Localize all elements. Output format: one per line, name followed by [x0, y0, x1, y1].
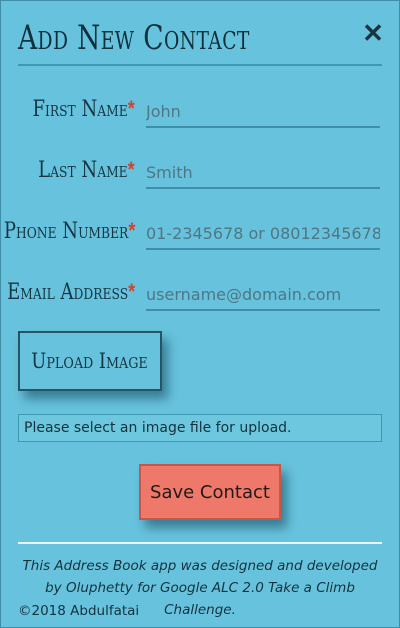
last-name-field[interactable]	[146, 157, 380, 189]
save-contact-button[interactable]: Save Contact	[139, 464, 281, 520]
file-input-status[interactable]: Please select an image file for upload.	[18, 414, 382, 442]
dialog-title: Add New Contact	[18, 18, 250, 58]
required-mark: *	[127, 96, 135, 121]
required-mark: *	[127, 218, 135, 243]
copyright-text: ©2018 Abdulfatai	[18, 603, 140, 619]
footer-divider	[18, 542, 382, 544]
phone-number-row: Phone Number*	[0, 210, 400, 254]
email-address-label: Email Address*	[6, 279, 135, 305]
phone-number-field[interactable]	[146, 218, 380, 250]
required-mark: *	[127, 279, 135, 304]
upload-image-button[interactable]: Upload Image	[18, 331, 162, 391]
dialog-header: Add New Contact ✕	[18, 14, 384, 66]
upload-image-label: Upload Image	[31, 349, 149, 373]
close-icon[interactable]: ✕	[360, 20, 386, 46]
first-name-field[interactable]	[146, 96, 380, 128]
last-name-row: Last Name*	[0, 149, 400, 193]
email-address-row: Email Address*	[0, 271, 400, 315]
phone-number-label: Phone Number*	[3, 218, 135, 244]
first-name-row: First Name*	[0, 88, 400, 132]
required-mark: *	[127, 157, 135, 182]
last-name-label: Last Name*	[38, 157, 135, 183]
email-address-field[interactable]	[146, 279, 380, 311]
first-name-label: First Name*	[32, 96, 135, 122]
